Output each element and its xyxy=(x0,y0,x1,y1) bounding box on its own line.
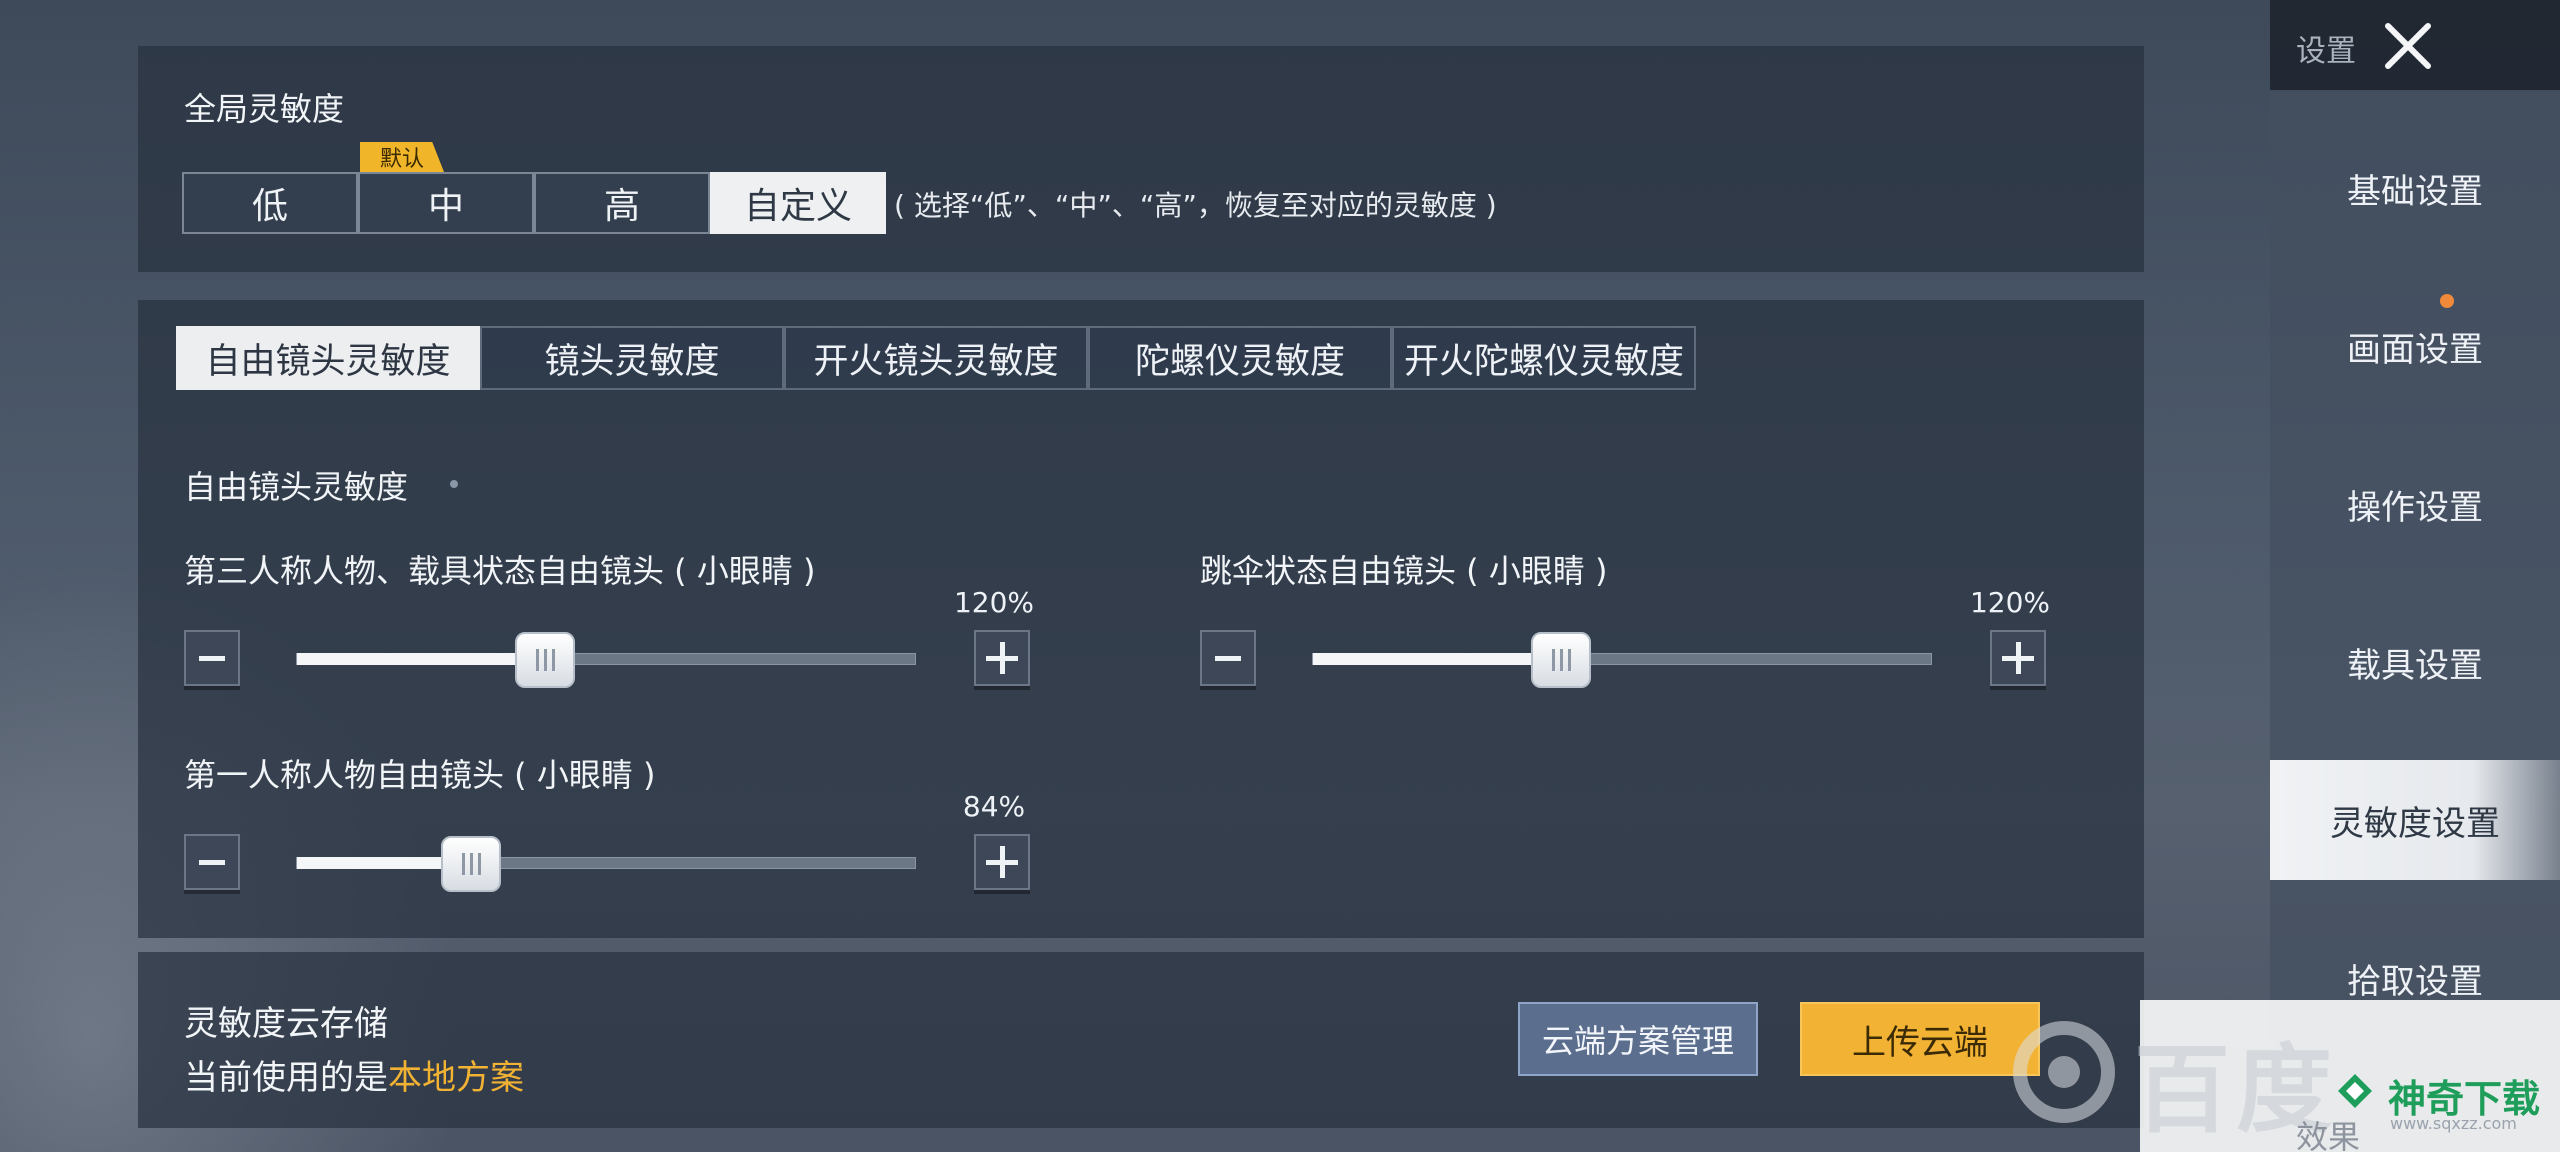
preset-hint: ( 选择“低”、“中”、“高”，恢复至对应的灵敏度 ) xyxy=(894,189,1497,222)
slider-thumb[interactable] xyxy=(1531,632,1591,688)
current-scheme-name: 本地方案 xyxy=(388,1058,524,1098)
cloud-scheme-manage-button[interactable]: 云端方案管理 xyxy=(1518,1002,1758,1076)
preset-medium-button[interactable]: 中 xyxy=(358,172,534,234)
sidebar-item-basic[interactable]: 基础设置 xyxy=(2270,128,2560,248)
increase-button[interactable] xyxy=(974,630,1030,686)
plus-icon xyxy=(2002,642,2034,674)
free-camera-section-title: 自由镜头灵敏度 xyxy=(184,468,409,506)
current-scheme-line: 当前使用的是本地方案 xyxy=(184,1050,524,1099)
tab-fire-camera[interactable]: 开火镜头灵敏度 xyxy=(784,326,1088,390)
decrease-button[interactable] xyxy=(184,834,240,890)
current-scheme-prefix: 当前使用的是 xyxy=(184,1058,388,1098)
slider-value-first-person: 84% xyxy=(962,790,1026,823)
sidebar-item-effects[interactable]: 效果 xyxy=(2296,1112,2360,1152)
tab-free-camera[interactable]: 自由镜头灵敏度 xyxy=(176,326,480,390)
slider-label-parachute: 跳伞状态自由镜头 ( 小眼睛 ) xyxy=(1200,552,1608,590)
section-dot xyxy=(450,480,458,488)
slider-value-parachute: 120% xyxy=(1969,586,2051,619)
preset-custom-button[interactable]: 自定义 xyxy=(710,172,886,234)
settings-title: 设置 xyxy=(2296,34,2356,69)
tab-fire-gyroscope[interactable]: 开火陀螺仪灵敏度 xyxy=(1392,326,1696,390)
increase-button[interactable] xyxy=(974,834,1030,890)
sidebar-item-vehicle[interactable]: 载具设置 xyxy=(2270,602,2560,722)
preset-high-button[interactable]: 高 xyxy=(534,172,710,234)
slider-label-first-person: 第一人称人物自由镜头 ( 小眼睛 ) xyxy=(184,756,656,794)
plus-icon xyxy=(986,642,1018,674)
sidebar-item-sensitivity[interactable]: 灵敏度设置 xyxy=(2270,760,2560,880)
slider-track[interactable] xyxy=(296,632,916,688)
slider-fill xyxy=(1313,653,1561,665)
sensitivity-panel xyxy=(138,300,2144,938)
plus-icon xyxy=(986,846,1018,878)
slider-track[interactable] xyxy=(296,836,916,892)
tab-camera[interactable]: 镜头灵敏度 xyxy=(480,326,784,390)
default-badge: 默认 xyxy=(360,142,444,172)
minus-icon xyxy=(1215,655,1241,661)
minus-icon xyxy=(199,859,225,865)
decrease-button[interactable] xyxy=(184,630,240,686)
sidebar-item-graphics[interactable]: 画面设置 xyxy=(2270,286,2560,406)
minus-icon xyxy=(199,655,225,661)
site-url-watermark: www.sqxzz.com xyxy=(2390,1114,2517,1133)
increase-button[interactable] xyxy=(1990,630,2046,686)
slider-track[interactable] xyxy=(1312,632,1932,688)
global-sensitivity-title: 全局灵敏度 xyxy=(184,90,345,128)
notification-dot xyxy=(2440,294,2454,308)
cloud-storage-title: 灵敏度云存储 xyxy=(184,1004,388,1044)
preset-low-button[interactable]: 低 xyxy=(182,172,358,234)
close-icon[interactable] xyxy=(2380,18,2436,74)
decrease-button[interactable] xyxy=(1200,630,1256,686)
slider-thumb[interactable] xyxy=(441,836,501,892)
tab-gyroscope[interactable]: 陀螺仪灵敏度 xyxy=(1088,326,1392,390)
sidebar-item-controls[interactable]: 操作设置 xyxy=(2270,444,2560,564)
slider-fill xyxy=(297,653,545,665)
baidu-logo-icon xyxy=(2004,1010,2124,1130)
slider-value-third-person: 120% xyxy=(953,586,1035,619)
site-logo-icon xyxy=(2334,1070,2376,1112)
slider-label-third-person: 第三人称人物、载具状态自由镜头 ( 小眼睛 ) xyxy=(184,552,816,590)
slider-thumb[interactable] xyxy=(515,632,575,688)
